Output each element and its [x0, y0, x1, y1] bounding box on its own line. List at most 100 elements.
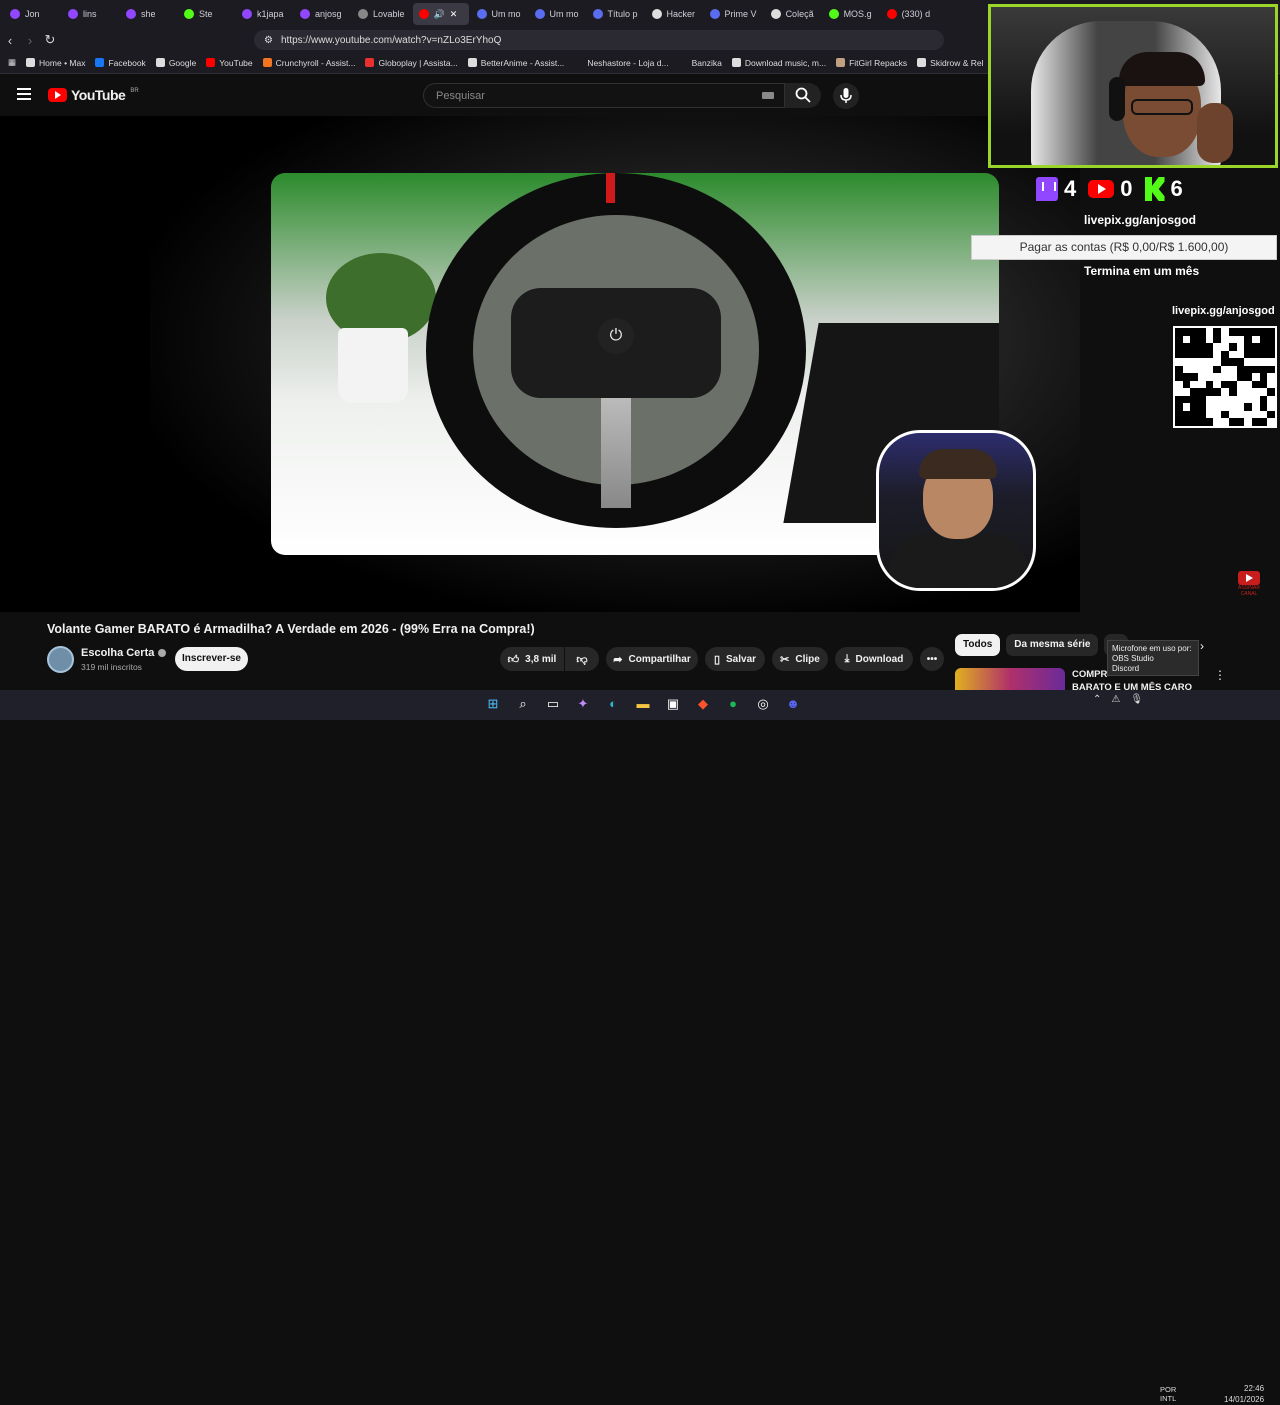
- qr-module: [1221, 380, 1229, 389]
- browser-tab[interactable]: Hacker: [646, 3, 702, 25]
- browser-tab[interactable]: she: [120, 3, 176, 25]
- clock[interactable]: 22:46 14/01/2026: [1224, 1383, 1264, 1405]
- tab-close-icon[interactable]: ✕: [450, 9, 458, 20]
- forward-icon[interactable]: ›: [20, 33, 40, 48]
- bookmark-item[interactable]: Skidrow & Rel: [917, 57, 984, 68]
- reload-icon[interactable]: ↻: [40, 32, 60, 48]
- headset-icon: [1109, 77, 1125, 121]
- browser-tab[interactable]: Jon: [4, 3, 60, 25]
- channel-name[interactable]: Escolha Certa: [81, 647, 167, 659]
- bookmark-label: Skidrow & Rel: [930, 57, 984, 68]
- qr-module: [1267, 343, 1275, 351]
- search-button[interactable]: [785, 83, 821, 108]
- bookmark-item[interactable]: Facebook: [95, 58, 146, 68]
- channel-avatar[interactable]: [47, 646, 74, 673]
- chip-all[interactable]: Todos: [955, 634, 1001, 656]
- browser-tab-active[interactable]: 🔊 ✕: [412, 3, 469, 25]
- video-player[interactable]: △○✕□ ⏻: [0, 116, 1080, 612]
- network-off-icon[interactable]: ⚠: [1111, 694, 1120, 705]
- qr-module: [1205, 395, 1214, 404]
- back-icon[interactable]: ‹: [0, 33, 20, 48]
- download-button[interactable]: ⤓ Download: [835, 647, 913, 671]
- more-icon: •••: [926, 653, 938, 665]
- speaker-icon[interactable]: 🔊: [434, 9, 445, 20]
- bookmark-item[interactable]: Download music, m...: [731, 58, 826, 68]
- edge-icon[interactable]: ◐: [603, 694, 623, 714]
- store-icon[interactable]: ▣: [663, 694, 683, 714]
- apps-grid-icon[interactable]: ▦: [8, 57, 16, 68]
- clip-button[interactable]: ✂ Clipe: [772, 647, 828, 671]
- chevron-right-icon[interactable]: ›: [1200, 639, 1204, 653]
- bookmark-item[interactable]: Google: [155, 58, 196, 68]
- spotify-icon[interactable]: ●: [723, 694, 743, 714]
- windows-start-icon[interactable]: ⊞: [483, 694, 503, 714]
- qr-module: [1236, 380, 1245, 389]
- chevron-up-icon[interactable]: ⌃: [1093, 694, 1101, 705]
- subscribe-button[interactable]: Inscrever-se: [175, 647, 248, 671]
- viewer-stats: 4 0 6: [1036, 176, 1183, 202]
- bookmark-item[interactable]: Home • Max: [26, 58, 85, 68]
- qr-module: [1198, 335, 1206, 344]
- tab-label: anjosg: [315, 9, 342, 19]
- dislike-button[interactable]: 👎︎: [565, 647, 599, 671]
- subscribe-watermark[interactable]: ASSINAR CANAL: [1235, 571, 1263, 597]
- browser-tab[interactable]: anjosg: [294, 3, 350, 25]
- qr-module: [1182, 388, 1191, 396]
- twitch-count: 4: [1064, 176, 1077, 201]
- task-view-icon[interactable]: ▭: [543, 694, 563, 714]
- share-button[interactable]: ➦ Compartilhar: [606, 647, 698, 671]
- browser-tab[interactable]: Ste: [178, 3, 234, 25]
- browser-tab[interactable]: Um mo: [471, 3, 527, 25]
- tab-label: Lovable: [373, 9, 405, 19]
- qr-module: [1236, 403, 1245, 411]
- qr-module: [1205, 403, 1214, 411]
- obs-icon[interactable]: ◎: [753, 694, 773, 714]
- browser-tab[interactable]: Um mo: [529, 3, 585, 25]
- qr-module: [1198, 373, 1206, 381]
- copilot-icon[interactable]: ✦: [573, 694, 593, 714]
- site-info-icon[interactable]: ⚙: [264, 35, 273, 46]
- bookmark-item[interactable]: Banzika: [678, 58, 722, 68]
- browser-tab[interactable]: lins: [62, 3, 118, 25]
- chip-same-series[interactable]: Da mesma série: [1006, 634, 1099, 656]
- browser-tab[interactable]: Coleçã: [765, 3, 821, 25]
- microphone-usage-tooltip: Microfone em uso por: OBS Studio Discord: [1107, 640, 1199, 676]
- discord-icon[interactable]: ☻: [783, 694, 803, 714]
- file-explorer-icon[interactable]: ▬: [633, 694, 653, 714]
- qr-module: [1251, 350, 1260, 359]
- youtube-logo[interactable]: YouTube BR: [48, 87, 139, 103]
- voice-search-button[interactable]: [833, 83, 859, 109]
- menu-icon[interactable]: [17, 88, 31, 100]
- browser-tab[interactable]: k1japa: [236, 3, 292, 25]
- bookmark-item[interactable]: Globoplay | Assista...: [365, 58, 458, 68]
- more-vertical-icon[interactable]: ⋮: [1214, 668, 1226, 682]
- search-input[interactable]: Pesquisar: [423, 83, 785, 108]
- tab-favicon-icon: [770, 9, 781, 19]
- brave-icon[interactable]: ◆: [693, 694, 713, 714]
- bookmark-item[interactable]: FitGirl Repacks: [836, 58, 907, 68]
- qr-module: [1190, 328, 1199, 336]
- browser-tab[interactable]: MOS.g: [823, 3, 879, 25]
- bookmark-item[interactable]: YouTube: [206, 58, 253, 68]
- bookmark-item[interactable]: Crunchyroll - Assist...: [262, 58, 355, 68]
- browser-tab[interactable]: Título p: [587, 3, 644, 25]
- search-icon[interactable]: ⌕: [513, 694, 533, 714]
- qr-module: [1213, 328, 1222, 336]
- bookmark-item[interactable]: Neshastore - Loja d...: [574, 58, 669, 68]
- qr-module: [1251, 343, 1260, 351]
- more-actions-button[interactable]: •••: [920, 647, 944, 671]
- microphone-icon[interactable]: 🎙︎: [1130, 694, 1143, 705]
- qr-module: [1175, 328, 1183, 336]
- bookmark-label: BetterAnime - Assist...: [480, 57, 565, 68]
- streamer-hair: [1119, 52, 1205, 86]
- thumbs-down-icon: 👎︎: [576, 653, 588, 666]
- bookmark-item[interactable]: BetterAnime - Assist...: [467, 57, 565, 68]
- input-language[interactable]: POR INTL: [1160, 1385, 1176, 1403]
- browser-tab[interactable]: Lovable: [352, 3, 411, 25]
- browser-tab[interactable]: Prime V: [704, 3, 763, 25]
- browser-tab[interactable]: (330) d: [881, 3, 937, 25]
- url-field[interactable]: ⚙ https://www.youtube.com/watch?v=nZLo3E…: [254, 30, 944, 50]
- save-button[interactable]: ▯ Salvar: [705, 647, 765, 671]
- keyboard-icon[interactable]: [762, 92, 774, 99]
- like-button[interactable]: 👍︎ 3,8 mil: [500, 647, 564, 671]
